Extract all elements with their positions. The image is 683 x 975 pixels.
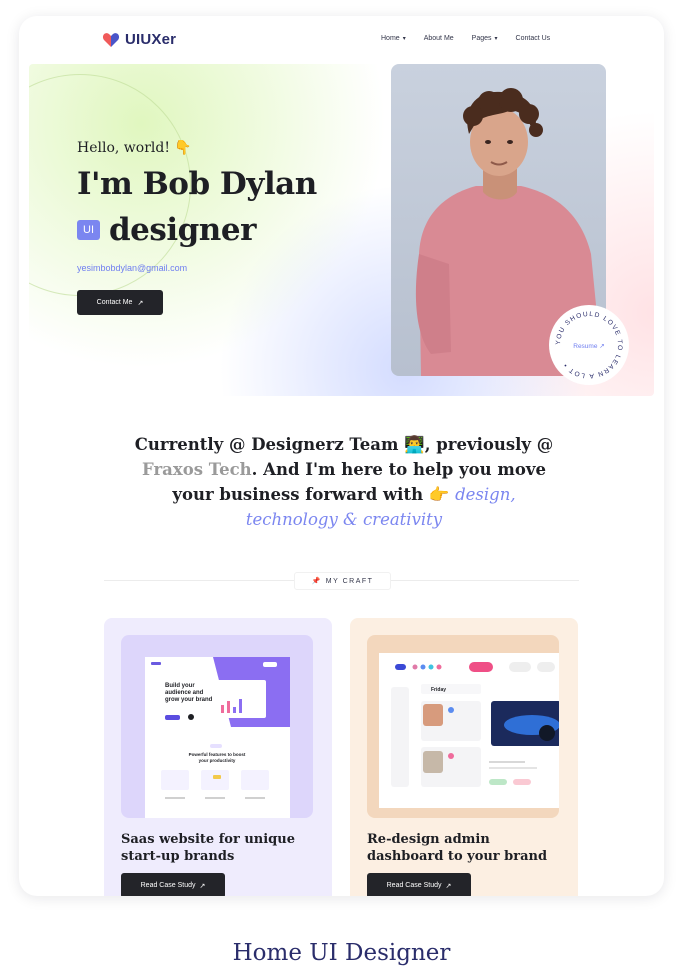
resume-badge[interactable]: YOU SHOULD LOVE TO LEARN A LOT • Resume … bbox=[548, 304, 630, 386]
hero-role: UI designer bbox=[77, 212, 256, 248]
project-card[interactable]: Build your audience and grow your brand … bbox=[104, 618, 332, 896]
chevron-down-icon: ▾ bbox=[494, 36, 498, 42]
main-nav: Home ▾ About Me Pages ▾ Contact Us bbox=[381, 35, 550, 42]
contact-me-button[interactable]: Contact Me ↗ bbox=[77, 290, 163, 315]
craft-divider: 📌 MY CRAFT bbox=[104, 572, 579, 590]
page-card: UIUXer Home ▾ About Me Pages ▾ Contact Us … bbox=[19, 16, 664, 896]
svg-text:Build your: Build your bbox=[165, 683, 195, 689]
pointing-right-icon: 👉 bbox=[428, 485, 450, 504]
project-thumbnail: Build your audience and grow your brand … bbox=[121, 635, 313, 818]
divider-line bbox=[389, 580, 579, 581]
project-thumbnail: Friday bbox=[367, 635, 559, 818]
logo[interactable]: UIUXer bbox=[102, 31, 176, 48]
laptop-emoji-icon: 👨‍💻 bbox=[404, 435, 425, 454]
chevron-down-icon: ▾ bbox=[402, 36, 406, 42]
dashboard-mockup: Friday bbox=[379, 653, 559, 808]
previous-company: Fraxos Tech bbox=[142, 460, 252, 479]
nav-item-pages[interactable]: Pages ▾ bbox=[472, 35, 498, 42]
project-card[interactable]: Friday Re-design admin dashboard to your… bbox=[350, 618, 578, 896]
brand-name: UIUXer bbox=[125, 31, 177, 48]
pin-icon: 📌 bbox=[311, 578, 322, 585]
intro-paragraph: Currently @ Designerz Team 👨‍💻, previous… bbox=[134, 435, 554, 529]
hero-headline: I'm Bob Dylan bbox=[77, 166, 317, 202]
heart-logo-icon bbox=[102, 32, 120, 47]
svg-text:Friday: Friday bbox=[431, 687, 446, 693]
read-case-study-button[interactable]: Read Case Study ↗ bbox=[367, 873, 471, 896]
craft-label: 📌 MY CRAFT bbox=[294, 572, 391, 590]
arrow-up-right-icon: ↗ bbox=[445, 882, 452, 890]
email-link[interactable]: yesimbobdylan@gmail.com bbox=[77, 263, 187, 273]
project-title: Saas website for unique start-up brands bbox=[121, 832, 295, 864]
divider-line bbox=[104, 580, 294, 581]
saas-mockup: Build your audience and grow your brand … bbox=[145, 657, 290, 818]
page-caption: Home UI Designer bbox=[232, 940, 451, 966]
project-title: Re-design admin dashboard to your brand bbox=[367, 832, 548, 864]
pointing-down-icon: 👇 bbox=[174, 140, 192, 156]
arrow-up-right-icon: ↗ bbox=[137, 299, 144, 307]
svg-text:grow your brand: grow your brand bbox=[165, 697, 213, 703]
arrow-up-right-icon: ↗ bbox=[199, 882, 206, 890]
nav-item-home[interactable]: Home ▾ bbox=[381, 35, 406, 42]
svg-text:Powerful features to boost: Powerful features to boost bbox=[189, 752, 246, 757]
role-badge: UI bbox=[77, 220, 100, 240]
resume-ring: YOU SHOULD LOVE TO LEARN A LOT • Resume … bbox=[549, 305, 629, 385]
hero-greeting: Hello, world! 👇 bbox=[77, 140, 192, 156]
svg-text:audience and: audience and bbox=[165, 690, 204, 696]
role-text: designer bbox=[109, 212, 256, 248]
svg-text:Resume ↗: Resume ↗ bbox=[573, 343, 604, 350]
read-case-study-button[interactable]: Read Case Study ↗ bbox=[121, 873, 225, 896]
nav-item-about[interactable]: About Me bbox=[424, 35, 454, 42]
svg-text:your productivity: your productivity bbox=[199, 758, 236, 763]
nav-item-contact[interactable]: Contact Us bbox=[516, 35, 551, 42]
